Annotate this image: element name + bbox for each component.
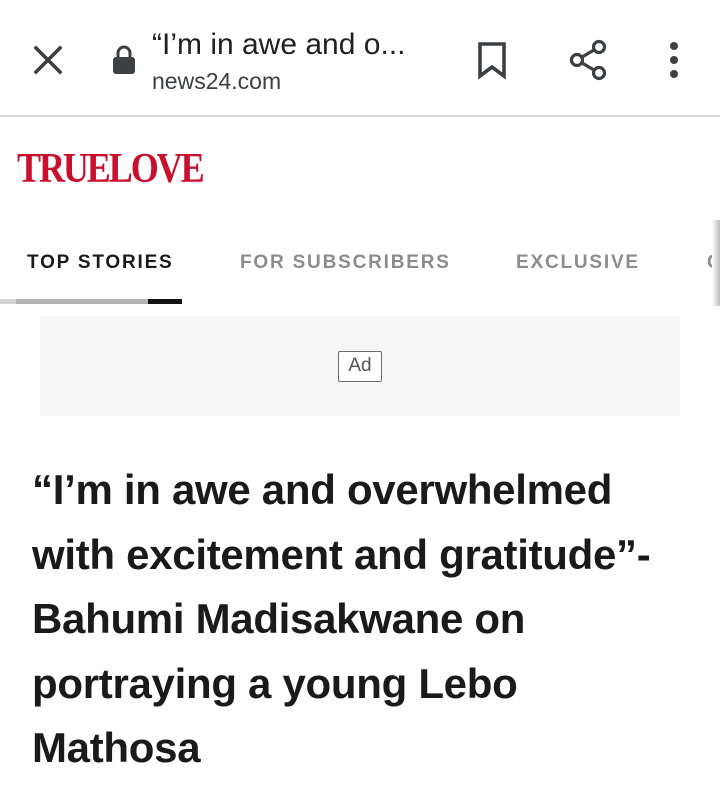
bookmark-icon[interactable]: [474, 40, 510, 80]
site-logo[interactable]: TRUELOVE: [17, 146, 205, 192]
article-headline: “I’m in awe and overwhelmed with excitem…: [32, 466, 651, 771]
browser-toolbar: “I’m in awe and o... news24.com: [0, 0, 720, 117]
tab-exclusive[interactable]: EXCLUSIVE: [516, 252, 640, 274]
page-domain: news24.com: [152, 68, 282, 94]
ad-slot[interactable]: Ad: [40, 316, 680, 416]
close-icon[interactable]: [28, 40, 68, 80]
category-tabs: TOP STORIES FOR SUBSCRIBERS EXCLUSIVE C: [0, 220, 720, 306]
tabs-edge-fade: [712, 220, 720, 306]
tab-for-subscribers[interactable]: FOR SUBSCRIBERS: [240, 252, 451, 274]
ad-label: Ad: [338, 351, 382, 382]
url-title-block[interactable]: “I’m in awe and o... news24.com: [152, 26, 452, 96]
page-title: “I’m in awe and o...: [152, 28, 406, 61]
lock-icon: [113, 45, 135, 74]
tab-top-stories[interactable]: TOP STORIES: [27, 252, 174, 274]
tabs-scroll-indicator: [0, 299, 148, 304]
share-icon[interactable]: [566, 38, 610, 82]
more-vert-icon[interactable]: [660, 40, 688, 80]
